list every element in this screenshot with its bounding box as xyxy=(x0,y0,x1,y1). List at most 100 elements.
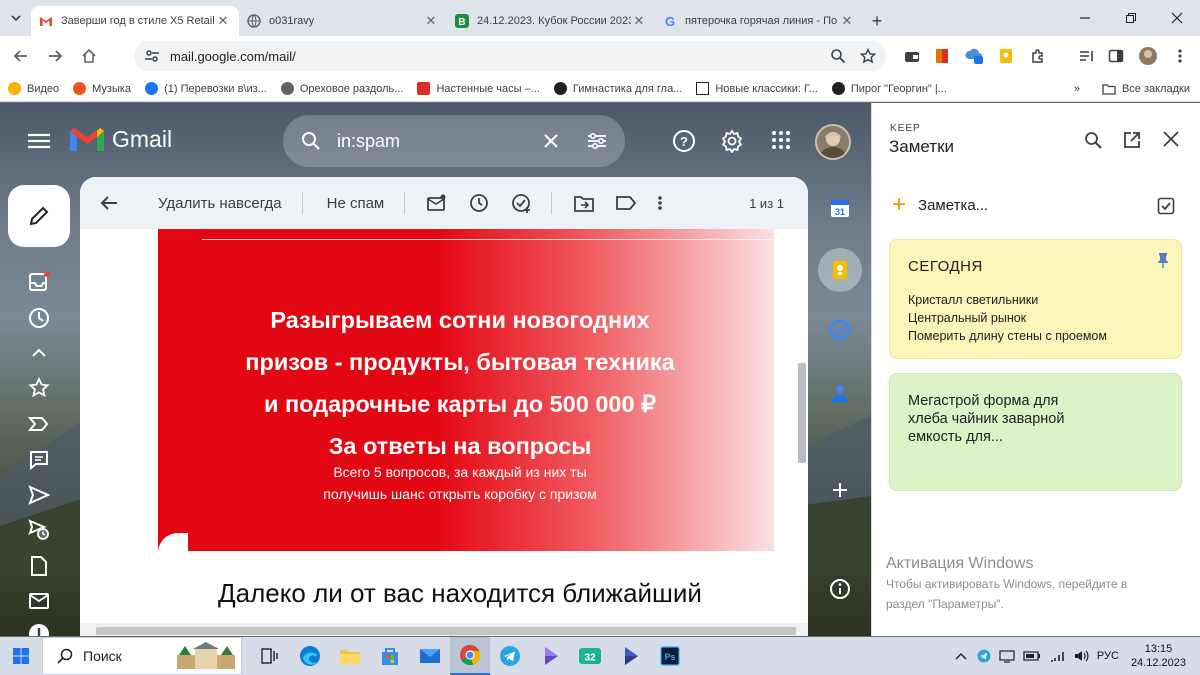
collapse-chevron-icon[interactable] xyxy=(28,345,50,359)
telegram-icon[interactable] xyxy=(490,637,530,675)
file-explorer-icon[interactable] xyxy=(330,637,370,675)
search-icon[interactable] xyxy=(301,131,321,151)
bookmark-classics[interactable]: Новые классики: Г... xyxy=(696,82,818,95)
settings-gear-icon[interactable] xyxy=(720,129,744,153)
all-mail-icon[interactable] xyxy=(28,589,50,611)
photoshop-icon[interactable]: Ps xyxy=(650,637,690,675)
search-options-icon[interactable] xyxy=(587,132,607,150)
onedrive-tray-icon[interactable] xyxy=(999,649,1015,663)
new-tab-button[interactable]: + xyxy=(863,6,891,36)
tray-expand-icon[interactable] xyxy=(955,651,967,661)
bookmark-star-icon[interactable] xyxy=(860,48,876,64)
battery-icon[interactable] xyxy=(1023,650,1041,662)
network-icon[interactable] xyxy=(1049,649,1065,663)
gmail-logo[interactable]: Gmail xyxy=(70,126,172,153)
help-icon[interactable]: ? xyxy=(672,129,696,153)
language-indicator[interactable]: РУС xyxy=(1097,650,1119,662)
volume-icon[interactable] xyxy=(1073,649,1089,663)
video-app-icon[interactable] xyxy=(530,637,570,675)
home-icon[interactable] xyxy=(72,48,106,64)
taskbar-search[interactable]: Поиск xyxy=(42,637,242,675)
new-list-checkbox-icon[interactable] xyxy=(1157,197,1175,215)
chrome-taskbar-icon[interactable] xyxy=(450,637,490,675)
tab-gmail[interactable]: Заверши год в стиле X5 Retail ✕ xyxy=(31,6,239,36)
note-card[interactable]: СЕГОДНЯ Кристалл светильники Центральный… xyxy=(889,239,1182,359)
snooze-icon[interactable] xyxy=(469,193,489,213)
tab-close-icon[interactable]: ✕ xyxy=(215,13,231,29)
mail-search[interactable]: in:spam xyxy=(283,115,625,167)
close-panel-icon[interactable] xyxy=(1163,131,1179,147)
drafts-icon[interactable] xyxy=(28,555,50,577)
store-icon[interactable] xyxy=(370,637,410,675)
all-bookmarks[interactable]: Все закладки xyxy=(1102,83,1190,95)
important-icon[interactable] xyxy=(28,415,50,433)
zoom-icon[interactable] xyxy=(830,48,846,64)
extension-keep-icon[interactable] xyxy=(994,44,1018,68)
tab-cup[interactable]: B 24.12.2023. Кубок России 2023 ✕ xyxy=(447,6,655,36)
bookmark-video[interactable]: Видео xyxy=(8,82,59,95)
back-icon[interactable] xyxy=(4,48,38,64)
scroll-thumb[interactable] xyxy=(798,363,806,463)
apps-grid-icon[interactable] xyxy=(770,129,792,151)
starred-icon[interactable] xyxy=(28,377,50,399)
tab-o031ravy[interactable]: o031ravy ✕ xyxy=(239,6,447,36)
reading-list-icon[interactable] xyxy=(1074,44,1098,68)
account-avatar[interactable] xyxy=(815,124,851,160)
bookmark-pie[interactable]: Пирог "Георгин" |... xyxy=(831,82,947,95)
keep-search-icon[interactable] xyxy=(1084,131,1102,149)
contacts-icon[interactable] xyxy=(818,371,862,415)
tab-close-icon[interactable]: ✕ xyxy=(631,13,647,29)
bookmark-clocks[interactable]: Настенные часы –... xyxy=(417,82,540,95)
extension-cloud-icon[interactable] xyxy=(962,44,986,68)
mail-app-icon[interactable] xyxy=(410,637,450,675)
windows-start-icon[interactable] xyxy=(0,648,42,664)
mark-unread-icon[interactable] xyxy=(427,194,447,212)
task-view-icon[interactable] xyxy=(250,637,290,675)
calendar-icon[interactable]: 31 xyxy=(818,186,862,230)
keep-side-icon[interactable] xyxy=(818,248,862,292)
media-player-icon[interactable] xyxy=(610,637,650,675)
add-to-tasks-icon[interactable] xyxy=(511,193,531,213)
tab-close-icon[interactable]: ✕ xyxy=(423,13,439,29)
spam-icon[interactable] xyxy=(28,623,50,636)
extension-flag-icon[interactable] xyxy=(930,44,954,68)
close-window-icon[interactable] xyxy=(1154,0,1200,36)
address-bar[interactable]: mail.google.com/mail/ xyxy=(134,41,886,71)
take-note-button[interactable]: + Заметка... xyxy=(892,193,988,217)
get-addons-plus-icon[interactable] xyxy=(818,468,862,512)
bookmark-orekhovoe[interactable]: Ореховое раздоль... xyxy=(280,82,403,95)
extension-wallet-icon[interactable] xyxy=(900,44,924,68)
site-settings-icon[interactable] xyxy=(144,48,160,64)
more-options-icon[interactable] xyxy=(658,195,663,211)
label-icon[interactable] xyxy=(616,195,637,211)
minimize-icon[interactable] xyxy=(1062,0,1108,36)
open-in-new-icon[interactable] xyxy=(1123,131,1141,149)
menu-dots-icon[interactable] xyxy=(1168,44,1192,68)
forward-icon[interactable] xyxy=(38,48,72,64)
scroll-thumb[interactable] xyxy=(96,627,796,635)
extensions-puzzle-icon[interactable] xyxy=(1026,44,1050,68)
back-arrow-icon[interactable] xyxy=(100,195,118,211)
clear-search-icon[interactable] xyxy=(543,133,559,149)
inbox-icon[interactable] xyxy=(28,271,50,293)
info-icon[interactable] xyxy=(818,567,862,611)
restore-icon[interactable] xyxy=(1108,0,1154,36)
main-menu-icon[interactable] xyxy=(28,133,50,149)
address-text[interactable]: mail.google.com/mail/ xyxy=(170,49,830,64)
profile-avatar[interactable] xyxy=(1136,44,1160,68)
counter-app-icon[interactable]: 32 xyxy=(570,637,610,675)
bookmark-gymnastics[interactable]: Гимнастика для гла... xyxy=(553,82,682,95)
snoozed-clock-icon[interactable] xyxy=(28,307,50,329)
chats-icon[interactable] xyxy=(28,449,50,471)
vertical-scrollbar[interactable] xyxy=(797,333,807,633)
search-query[interactable]: in:spam xyxy=(337,131,543,152)
more-bookmarks-icon[interactable]: » xyxy=(1074,83,1080,95)
tab-search-icon[interactable] xyxy=(8,10,24,26)
bookmark-facebook[interactable]: (1) Перевозки в\из... xyxy=(145,82,267,95)
tab-google[interactable]: G пятерочка горячая линия - По ✕ xyxy=(655,6,863,36)
side-panel-icon[interactable] xyxy=(1104,44,1128,68)
clock[interactable]: 13:15 24.12.2023 xyxy=(1131,642,1186,670)
bookmark-music[interactable]: Музыка xyxy=(73,82,131,95)
not-spam-button[interactable]: Не спам xyxy=(327,195,385,212)
move-to-icon[interactable] xyxy=(574,194,595,212)
